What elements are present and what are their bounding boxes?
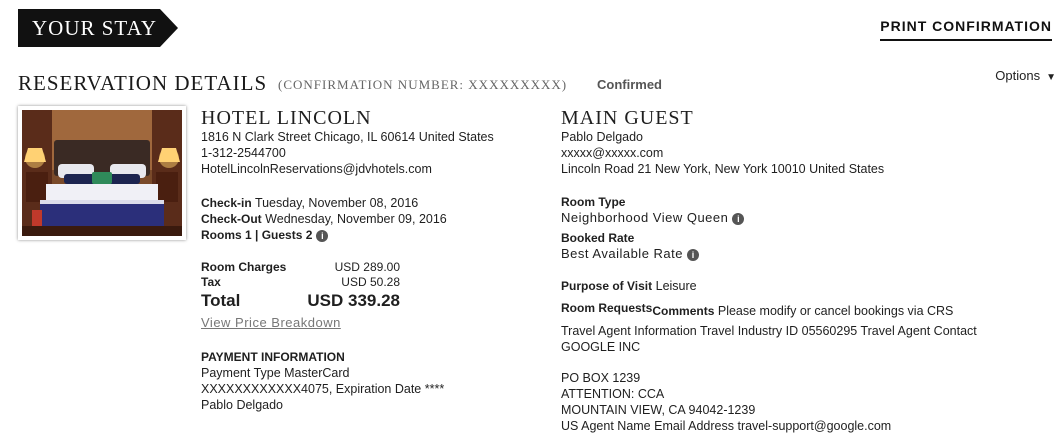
guest-info: MAIN GUEST Pablo Delgado xxxxx@xxxxx.com… (561, 107, 1051, 434)
city-line: MOUNTAIN VIEW, CA 94042-1239 (561, 403, 756, 417)
purpose-label: Purpose of Visit (561, 279, 653, 293)
payment-card: XXXXXXXXXXXX4075, Expiration Date **** (201, 382, 445, 396)
print-confirmation-link[interactable]: PRINT CONFIRMATION (880, 18, 1052, 41)
chevron-down-icon: ▼ (1046, 72, 1056, 83)
payment-name: Pablo Delgado (201, 398, 284, 412)
room-type-label: Room Type (561, 195, 626, 209)
room-charges-value: USD 289.00 (334, 260, 400, 274)
checkout-label: Check-Out (201, 212, 262, 226)
purpose-value: Leisure (655, 279, 697, 293)
main-guest-title: MAIN GUEST (561, 107, 694, 129)
your-stay-banner: YOUR STAY (18, 9, 178, 47)
payment-type: Payment Type MasterCard (201, 366, 350, 380)
room-type-value: Neighborhood View Queen (561, 210, 729, 225)
rooms-guests: Rooms 1 | Guests 2 (201, 228, 313, 242)
hotel-room-image (18, 106, 186, 240)
checkin-value: Tuesday, November 08, 2016 (254, 196, 419, 210)
hotel-address: 1816 N Clark Street Chicago, IL 60614 Un… (201, 130, 494, 144)
hotel-name: HOTEL LINCOLN (201, 107, 372, 129)
payment-title: PAYMENT INFORMATION (201, 350, 345, 364)
comments-label: Comments (652, 304, 715, 318)
options-label: Options (995, 68, 1041, 83)
po-box: PO BOX 1239 (561, 371, 641, 385)
reservation-details-title: RESERVATION DETAILS (18, 71, 268, 95)
room-requests-section: Room RequestsComments Please modify or c… (561, 300, 1051, 318)
total-row: Total USD 339.28 (201, 291, 541, 315)
charges-summary: Room Charges USD 289.00 Tax USD 50.28 To… (201, 259, 541, 331)
room-type-section: Room Type Neighborhood View Queen i (561, 194, 1051, 226)
info-icon[interactable]: i (687, 248, 699, 261)
room-charges-row: Room Charges USD 289.00 (201, 259, 541, 274)
attention: ATTENTION: CCA (561, 387, 665, 401)
agent-line-1: Travel Agent Information Travel Industry… (561, 324, 977, 338)
status-badge: Confirmed (597, 77, 662, 92)
checkout-value: Wednesday, November 09, 2016 (265, 212, 447, 226)
view-price-breakdown-link[interactable]: View Price Breakdown (201, 315, 541, 331)
booked-rate-label: Booked Rate (561, 231, 635, 245)
confirmation-number: (CONFIRMATION NUMBER: XXXXXXXXX) (278, 77, 568, 92)
total-label: Total (201, 291, 241, 310)
travel-agent-section: Travel Agent Information Travel Industry… (561, 323, 1051, 434)
bedroom-illustration (22, 110, 182, 236)
room-requests-label: Room Requests (561, 301, 653, 315)
tax-value: USD 50.28 (341, 275, 400, 289)
guest-address: Lincoln Road 21 New York, New York 10010… (561, 162, 885, 176)
hotel-phone: 1-312-2544700 (201, 146, 286, 160)
tax-row: Tax USD 50.28 (201, 274, 541, 289)
us-agent-line: US Agent Name Email Address travel-suppo… (561, 419, 892, 433)
tax-label: Tax (201, 275, 221, 289)
hotel-info: HOTEL LINCOLN 1816 N Clark Street Chicag… (201, 107, 541, 413)
hotel-email: HotelLincolnReservations@jdvhotels.com (201, 162, 432, 176)
booked-rate-value: Best Available Rate (561, 246, 683, 261)
checkin-label: Check-in (201, 196, 252, 210)
stay-dates: Check-in Tuesday, November 08, 2016 Chec… (201, 195, 541, 243)
room-charges-label: Room Charges (201, 260, 287, 274)
guest-name: Pablo Delgado (561, 130, 644, 144)
options-dropdown[interactable]: Options ▼ (995, 68, 1056, 83)
booked-rate-section: Booked Rate Best Available Rate i (561, 230, 1051, 262)
info-icon[interactable]: i (316, 229, 329, 242)
guest-email: xxxxx@xxxxx.com (561, 146, 664, 160)
purpose-section: Purpose of Visit Leisure (561, 278, 1051, 294)
payment-info: PAYMENT INFORMATION Payment Type MasterC… (201, 349, 541, 413)
agent-line-2: GOOGLE INC (561, 340, 641, 354)
banner-title: YOUR STAY (32, 16, 157, 40)
comments-value: Please modify or cancel bookings via CRS (717, 304, 954, 318)
total-value: USD 339.28 (307, 291, 400, 310)
info-icon[interactable]: i (732, 212, 745, 225)
